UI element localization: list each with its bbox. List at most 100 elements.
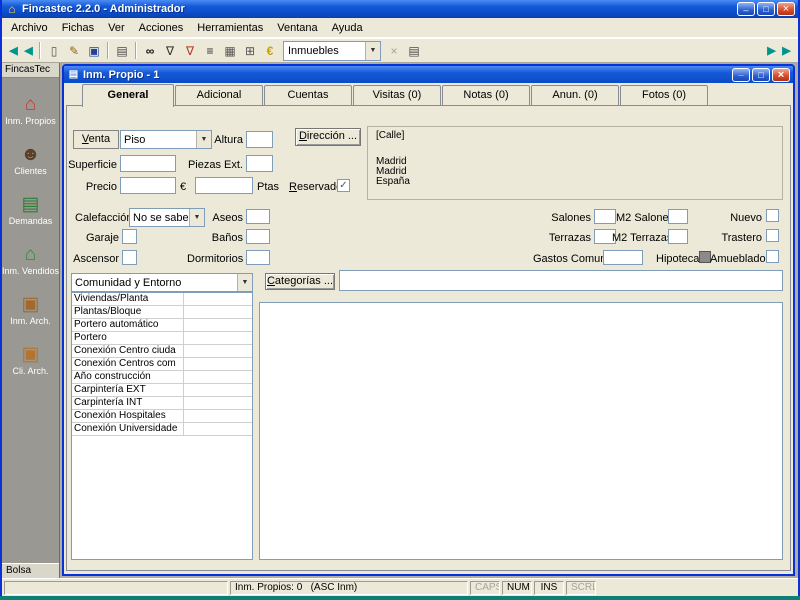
list-item-value[interactable]: [184, 410, 252, 422]
tab-fotos[interactable]: Fotos (0): [620, 85, 708, 105]
calefaccion-select[interactable]: No se sabe: [129, 208, 205, 227]
chevron-down-icon[interactable]: [189, 209, 204, 226]
list-item[interactable]: Carpintería EXT: [72, 384, 252, 397]
sidebar-item-inm-vendidos[interactable]: ⌂ Inm. Vendidos: [2, 235, 59, 285]
menu-ventana[interactable]: Ventana: [270, 19, 324, 37]
print-icon[interactable]: ▤: [112, 41, 132, 61]
entorno-category-select[interactable]: Comunidad y Entorno: [71, 273, 253, 292]
close-button[interactable]: [777, 2, 795, 16]
list-item[interactable]: Conexión Universidade: [72, 423, 252, 436]
first-record-icon[interactable]: ◀: [6, 41, 21, 61]
sidebar-item-cli-arch[interactable]: ▣ Cli. Arch.: [2, 335, 59, 385]
list-item[interactable]: Conexión Centros com: [72, 358, 252, 371]
maximize-button[interactable]: [757, 2, 775, 16]
tab-visitas[interactable]: Visitas (0): [353, 85, 441, 105]
document-window: Inm. Propio - 1 General Adicional Cuen: [62, 64, 795, 576]
calculator-icon[interactable]: ⊞: [240, 41, 260, 61]
sidebar-item-clientes[interactable]: ☻ Clientes: [2, 135, 59, 185]
list-item-value[interactable]: [184, 306, 252, 318]
garaje-input[interactable]: [122, 229, 137, 244]
tab-anuncios[interactable]: Anun. (0): [531, 85, 619, 105]
superficie-input[interactable]: [120, 155, 176, 172]
menu-acciones[interactable]: Acciones: [132, 19, 191, 37]
save-icon[interactable]: ▣: [84, 41, 104, 61]
chevron-down-icon[interactable]: [237, 274, 252, 291]
menu-fichas[interactable]: Fichas: [55, 19, 101, 37]
aseos-input[interactable]: [246, 209, 270, 224]
list-item[interactable]: Conexión Hospitales: [72, 410, 252, 423]
gastos-comunidad-input[interactable]: [603, 250, 643, 265]
new-document-icon[interactable]: ▯: [44, 41, 64, 61]
chevron-down-icon[interactable]: [365, 41, 380, 60]
direccion-button[interactable]: Dirección ...: [295, 128, 361, 146]
list-item-value[interactable]: [184, 397, 252, 409]
sidebar-item-demandas[interactable]: ▤ Demandas: [2, 185, 59, 235]
list-item[interactable]: Carpintería INT: [72, 397, 252, 410]
sidebar-item-label: Cli. Arch.: [12, 365, 49, 376]
banos-input[interactable]: [246, 229, 270, 244]
list-item-value[interactable]: [184, 319, 252, 331]
delete-icon[interactable]: ×: [384, 41, 404, 61]
doc-close-button[interactable]: [772, 67, 790, 82]
sidebar-item-inm-propios[interactable]: ⌂ Inm. Propios: [2, 85, 59, 135]
list-item-value[interactable]: [184, 423, 252, 435]
sidebar-footer-bolsa[interactable]: Bolsa: [2, 563, 59, 578]
list-item[interactable]: Año construcción: [72, 371, 252, 384]
app-title: Fincastec 2.2.0 - Administrador: [22, 3, 185, 15]
piezas-ext-input[interactable]: [246, 155, 273, 172]
menu-archivo[interactable]: Archivo: [4, 19, 55, 37]
altura-input[interactable]: [246, 131, 273, 148]
list-item-value[interactable]: [184, 345, 252, 357]
filter-icon[interactable]: ∇: [160, 41, 180, 61]
filter-clear-icon[interactable]: ∇: [180, 41, 200, 61]
list-item[interactable]: Plantas/Bloque: [72, 306, 252, 319]
list-item[interactable]: Portero: [72, 332, 252, 345]
euro-icon[interactable]: €: [260, 41, 280, 61]
menu-ver[interactable]: Ver: [101, 19, 132, 37]
list-item[interactable]: Viviendas/Planta: [72, 293, 252, 306]
nuevo-checkbox[interactable]: [766, 209, 779, 222]
precio-euros-input[interactable]: [120, 177, 176, 194]
reservado-checkbox[interactable]: ✓: [337, 179, 350, 192]
list-item-value[interactable]: [184, 332, 252, 344]
trastero-checkbox[interactable]: [766, 229, 779, 242]
list-item-value[interactable]: [184, 371, 252, 383]
doc-maximize-button[interactable]: [752, 67, 770, 82]
prev-record-icon[interactable]: ◀: [21, 41, 36, 61]
tipo-inmueble-select[interactable]: Piso: [120, 130, 212, 149]
descripcion-textarea[interactable]: [259, 302, 783, 560]
amueblado-label: Amueblado: [710, 253, 766, 265]
grid-icon[interactable]: ▦: [220, 41, 240, 61]
categorias-input[interactable]: [339, 270, 783, 291]
list-item-value[interactable]: [184, 384, 252, 396]
amueblado-checkbox[interactable]: [766, 250, 779, 263]
menu-herramientas[interactable]: Herramientas: [190, 19, 270, 37]
list-item-value[interactable]: [184, 358, 252, 370]
categorias-button[interactable]: Categorías ...: [265, 273, 335, 290]
next-record-icon[interactable]: ▶: [764, 41, 779, 61]
sidebar-item-inm-arch[interactable]: ▣ Inm. Arch.: [2, 285, 59, 335]
list-item-label: Viviendas/Planta: [72, 293, 184, 305]
precio-ptas-input[interactable]: [195, 177, 253, 194]
last-record-icon[interactable]: ▶: [779, 41, 794, 61]
ascensor-input[interactable]: [122, 250, 137, 265]
search-icon[interactable]: ∞: [140, 41, 160, 61]
dormitorios-input[interactable]: [246, 250, 270, 265]
list-item[interactable]: Conexión Centro ciuda: [72, 345, 252, 358]
m2-salones-input[interactable]: [668, 209, 688, 224]
tab-cuentas[interactable]: Cuentas: [264, 85, 352, 105]
module-selector[interactable]: Inmuebles: [283, 40, 381, 61]
tab-notas[interactable]: Notas (0): [442, 85, 530, 105]
minimize-button[interactable]: [737, 2, 755, 16]
print-preview-icon[interactable]: ▤: [404, 41, 424, 61]
tab-adicional[interactable]: Adicional: [175, 85, 263, 105]
list-icon[interactable]: ≡: [200, 41, 220, 61]
doc-minimize-button[interactable]: [732, 67, 750, 82]
m2-terrazas-input[interactable]: [668, 229, 688, 244]
list-item[interactable]: Portero automático: [72, 319, 252, 332]
menu-ayuda[interactable]: Ayuda: [325, 19, 370, 37]
edit-icon[interactable]: ✎: [64, 41, 84, 61]
list-item-value[interactable]: [184, 293, 252, 305]
salones-input[interactable]: [594, 209, 616, 224]
tab-general[interactable]: General: [82, 84, 174, 107]
